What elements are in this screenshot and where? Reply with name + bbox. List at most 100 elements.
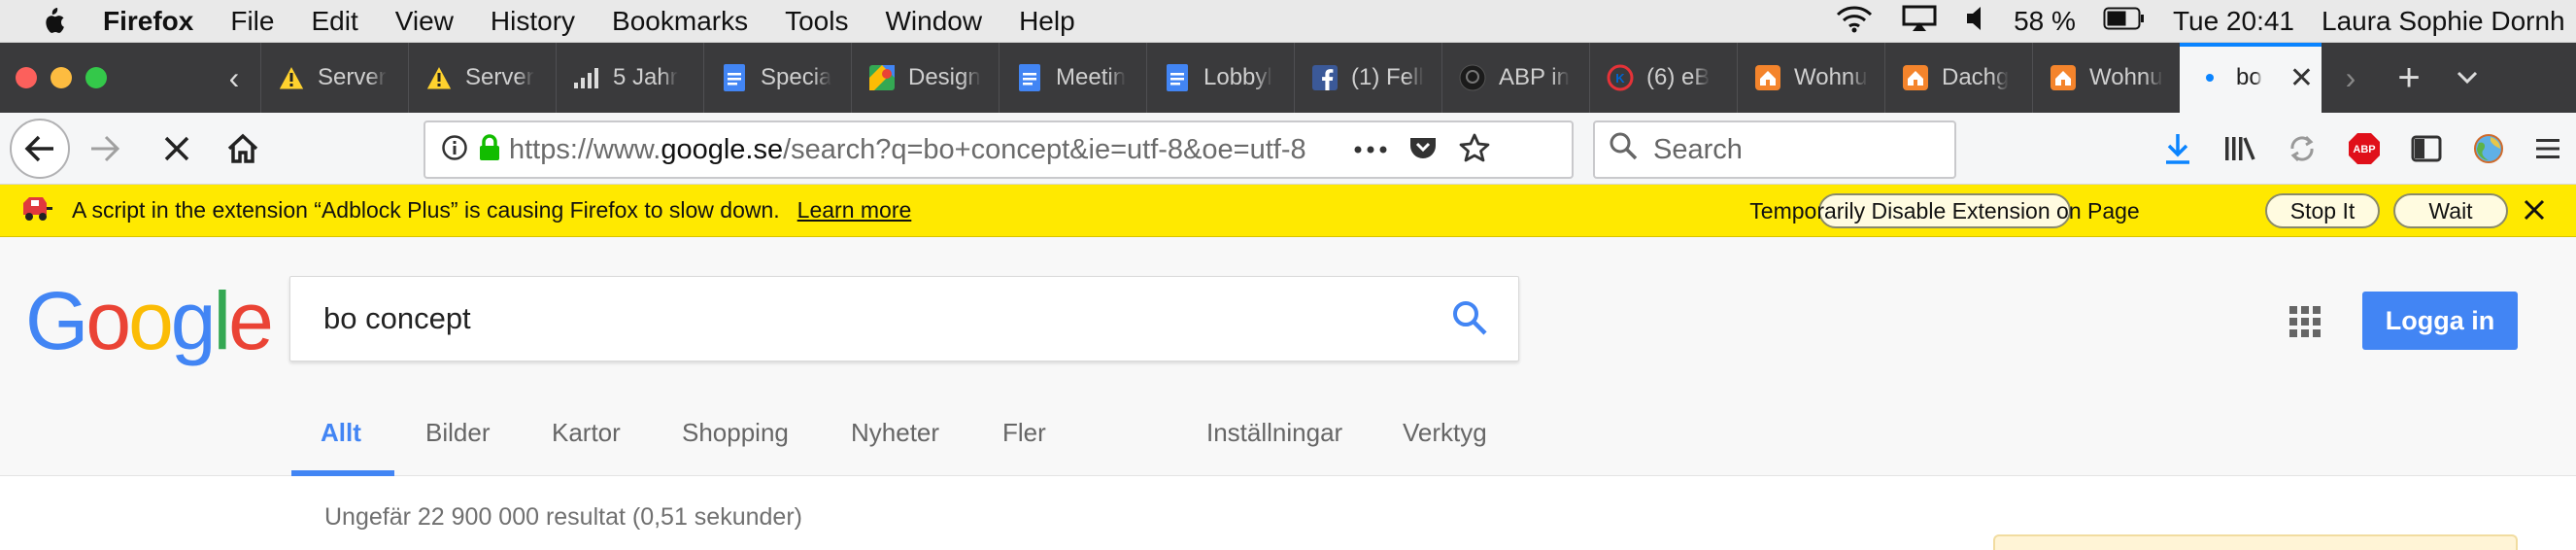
tab-shopping[interactable]: Shopping: [682, 418, 789, 448]
tab-active[interactable]: bo ✕: [2180, 43, 2322, 113]
wait-button[interactable]: Wait: [2393, 193, 2508, 228]
google-docs-icon: [1163, 63, 1192, 92]
page-actions-icon[interactable]: [1354, 141, 1387, 158]
adblock-plus-icon[interactable]: ABP: [2333, 121, 2395, 176]
tab-more[interactable]: Fler: [1002, 418, 1046, 448]
menu-window[interactable]: Window: [885, 6, 982, 37]
downloads-icon[interactable]: [2147, 121, 2209, 176]
url-text[interactable]: https://www.google.se/search?q=bo+concep…: [509, 134, 1344, 166]
tab[interactable]: ABP in: [1441, 43, 1589, 113]
login-button[interactable]: Logga in: [2362, 292, 2518, 350]
house-icon: [1753, 63, 1782, 92]
tab[interactable]: 5 Jahr: [556, 43, 703, 113]
tab-title: Lobbyl: [1203, 64, 1272, 90]
open-menu-icon[interactable]: [2520, 121, 2576, 176]
ebay-icon: K: [1606, 63, 1635, 92]
tab[interactable]: Server: [260, 43, 408, 113]
logo-letter: o: [128, 275, 174, 366]
warning-icon: [424, 63, 454, 92]
apple-logo-icon[interactable]: [39, 6, 68, 37]
tab-tools[interactable]: Verktyg: [1403, 418, 1487, 448]
temporarily-disable-extension-button[interactable]: Temporarily Disable Extension on Page: [1749, 193, 2140, 228]
google-logo[interactable]: Google: [25, 274, 274, 368]
tab[interactable]: Server: [408, 43, 556, 113]
zoom-window-button[interactable]: [85, 67, 107, 88]
search-type-tabs: Allt Bilder Kartor Shopping Nyheter Fler…: [0, 414, 2576, 476]
site-info-icon[interactable]: [441, 134, 468, 166]
clock[interactable]: Tue 20:41: [2173, 6, 2294, 37]
tab[interactable]: Dachg: [1884, 43, 2032, 113]
menu-help[interactable]: Help: [1019, 6, 1075, 37]
tab-news[interactable]: Nyheter: [851, 418, 939, 448]
tab[interactable]: K (6) eB: [1589, 43, 1737, 113]
scroll-tabs-right-button[interactable]: ›: [2322, 43, 2380, 113]
tab[interactable]: Lobbyl: [1146, 43, 1294, 113]
minimize-window-button[interactable]: [51, 67, 72, 88]
home-button[interactable]: [216, 121, 270, 176]
tab-title: Meetin: [1056, 64, 1127, 90]
tab[interactable]: Specia: [703, 43, 851, 113]
menu-file[interactable]: File: [230, 6, 274, 37]
stop-it-button[interactable]: Stop It: [2265, 193, 2380, 228]
extension-globe-icon[interactable]: [2457, 121, 2520, 176]
new-tab-button[interactable]: +: [2380, 43, 2438, 113]
tab-images[interactable]: Bilder: [425, 418, 490, 448]
tab[interactable]: (1) Fell: [1294, 43, 1441, 113]
url-bar[interactable]: https://www.google.se/search?q=bo+concep…: [424, 120, 1574, 179]
list-all-tabs-button[interactable]: [2438, 43, 2496, 113]
tab[interactable]: Wohnu: [2032, 43, 2180, 113]
close-tab-icon[interactable]: ✕: [2289, 61, 2314, 95]
menu-bookmarks[interactable]: Bookmarks: [612, 6, 748, 37]
bookmark-star-icon[interactable]: [1459, 133, 1490, 167]
google-search-icon[interactable]: [1450, 298, 1489, 342]
app-menu-firefox[interactable]: Firefox: [103, 6, 193, 37]
slow-script-notification-bar: A script in the extension “Adblock Plus”…: [0, 185, 2576, 237]
tab[interactable]: Wohnu: [1737, 43, 1884, 113]
logo-letter: l: [213, 275, 232, 366]
library-icon[interactable]: [2209, 121, 2271, 176]
menu-edit[interactable]: Edit: [311, 6, 357, 37]
tab-settings[interactable]: Inställningar: [1206, 418, 1342, 448]
search-bar[interactable]: Search: [1593, 120, 1956, 179]
google-maps-icon: [867, 63, 897, 92]
tab-title: ABP in: [1499, 64, 1570, 90]
active-tab-underline: [291, 470, 394, 476]
menu-history[interactable]: History: [491, 6, 575, 37]
tab-title: (6) eB: [1646, 64, 1711, 90]
facebook-icon: [1310, 63, 1339, 92]
sync-icon[interactable]: [2271, 121, 2333, 176]
back-button[interactable]: [10, 118, 70, 179]
sidebar-toggle-icon[interactable]: [2395, 121, 2457, 176]
stop-loading-button[interactable]: [150, 121, 204, 176]
notification-message: A script in the extension “Adblock Plus”…: [72, 197, 780, 223]
pocket-icon[interactable]: [1408, 134, 1438, 166]
tab-title: Wohnu: [2089, 64, 2163, 90]
learn-more-link[interactable]: Learn more: [797, 197, 912, 223]
padlock-icon[interactable]: [478, 133, 501, 167]
tab[interactable]: Design: [851, 43, 999, 113]
scroll-tabs-left-button[interactable]: ‹: [208, 43, 260, 113]
tab[interactable]: Meetin: [999, 43, 1146, 113]
tab-all[interactable]: Allt: [321, 418, 361, 448]
close-window-button[interactable]: [16, 67, 37, 88]
signal-bars-icon: [572, 63, 601, 92]
volume-icon[interactable]: [1965, 5, 1986, 39]
google-search-input[interactable]: bo concept: [289, 276, 1519, 361]
tab-title: (1) Fell: [1351, 64, 1424, 90]
wifi-icon[interactable]: [1835, 4, 1874, 40]
tab-maps[interactable]: Kartor: [552, 418, 621, 448]
battery-icon[interactable]: [2103, 6, 2146, 38]
forward-button[interactable]: [78, 121, 132, 176]
menu-view[interactable]: View: [395, 6, 454, 37]
right-panel-box: [1993, 534, 2518, 550]
menu-tools[interactable]: Tools: [785, 6, 848, 37]
logo-letter: g: [170, 275, 217, 366]
airplay-icon[interactable]: [1901, 4, 1938, 40]
battery-percentage: 58 %: [2014, 6, 2076, 36]
google-apps-icon[interactable]: [2288, 305, 2322, 343]
url-domain: google.se: [661, 133, 784, 165]
search-bar-placeholder: Search: [1653, 133, 1743, 165]
user-name[interactable]: Laura Sophie Dornh: [2322, 6, 2576, 37]
close-notification-icon[interactable]: [2522, 197, 2547, 228]
google-header: Google bo concept Logga in Allt Bilder K…: [0, 237, 2576, 476]
